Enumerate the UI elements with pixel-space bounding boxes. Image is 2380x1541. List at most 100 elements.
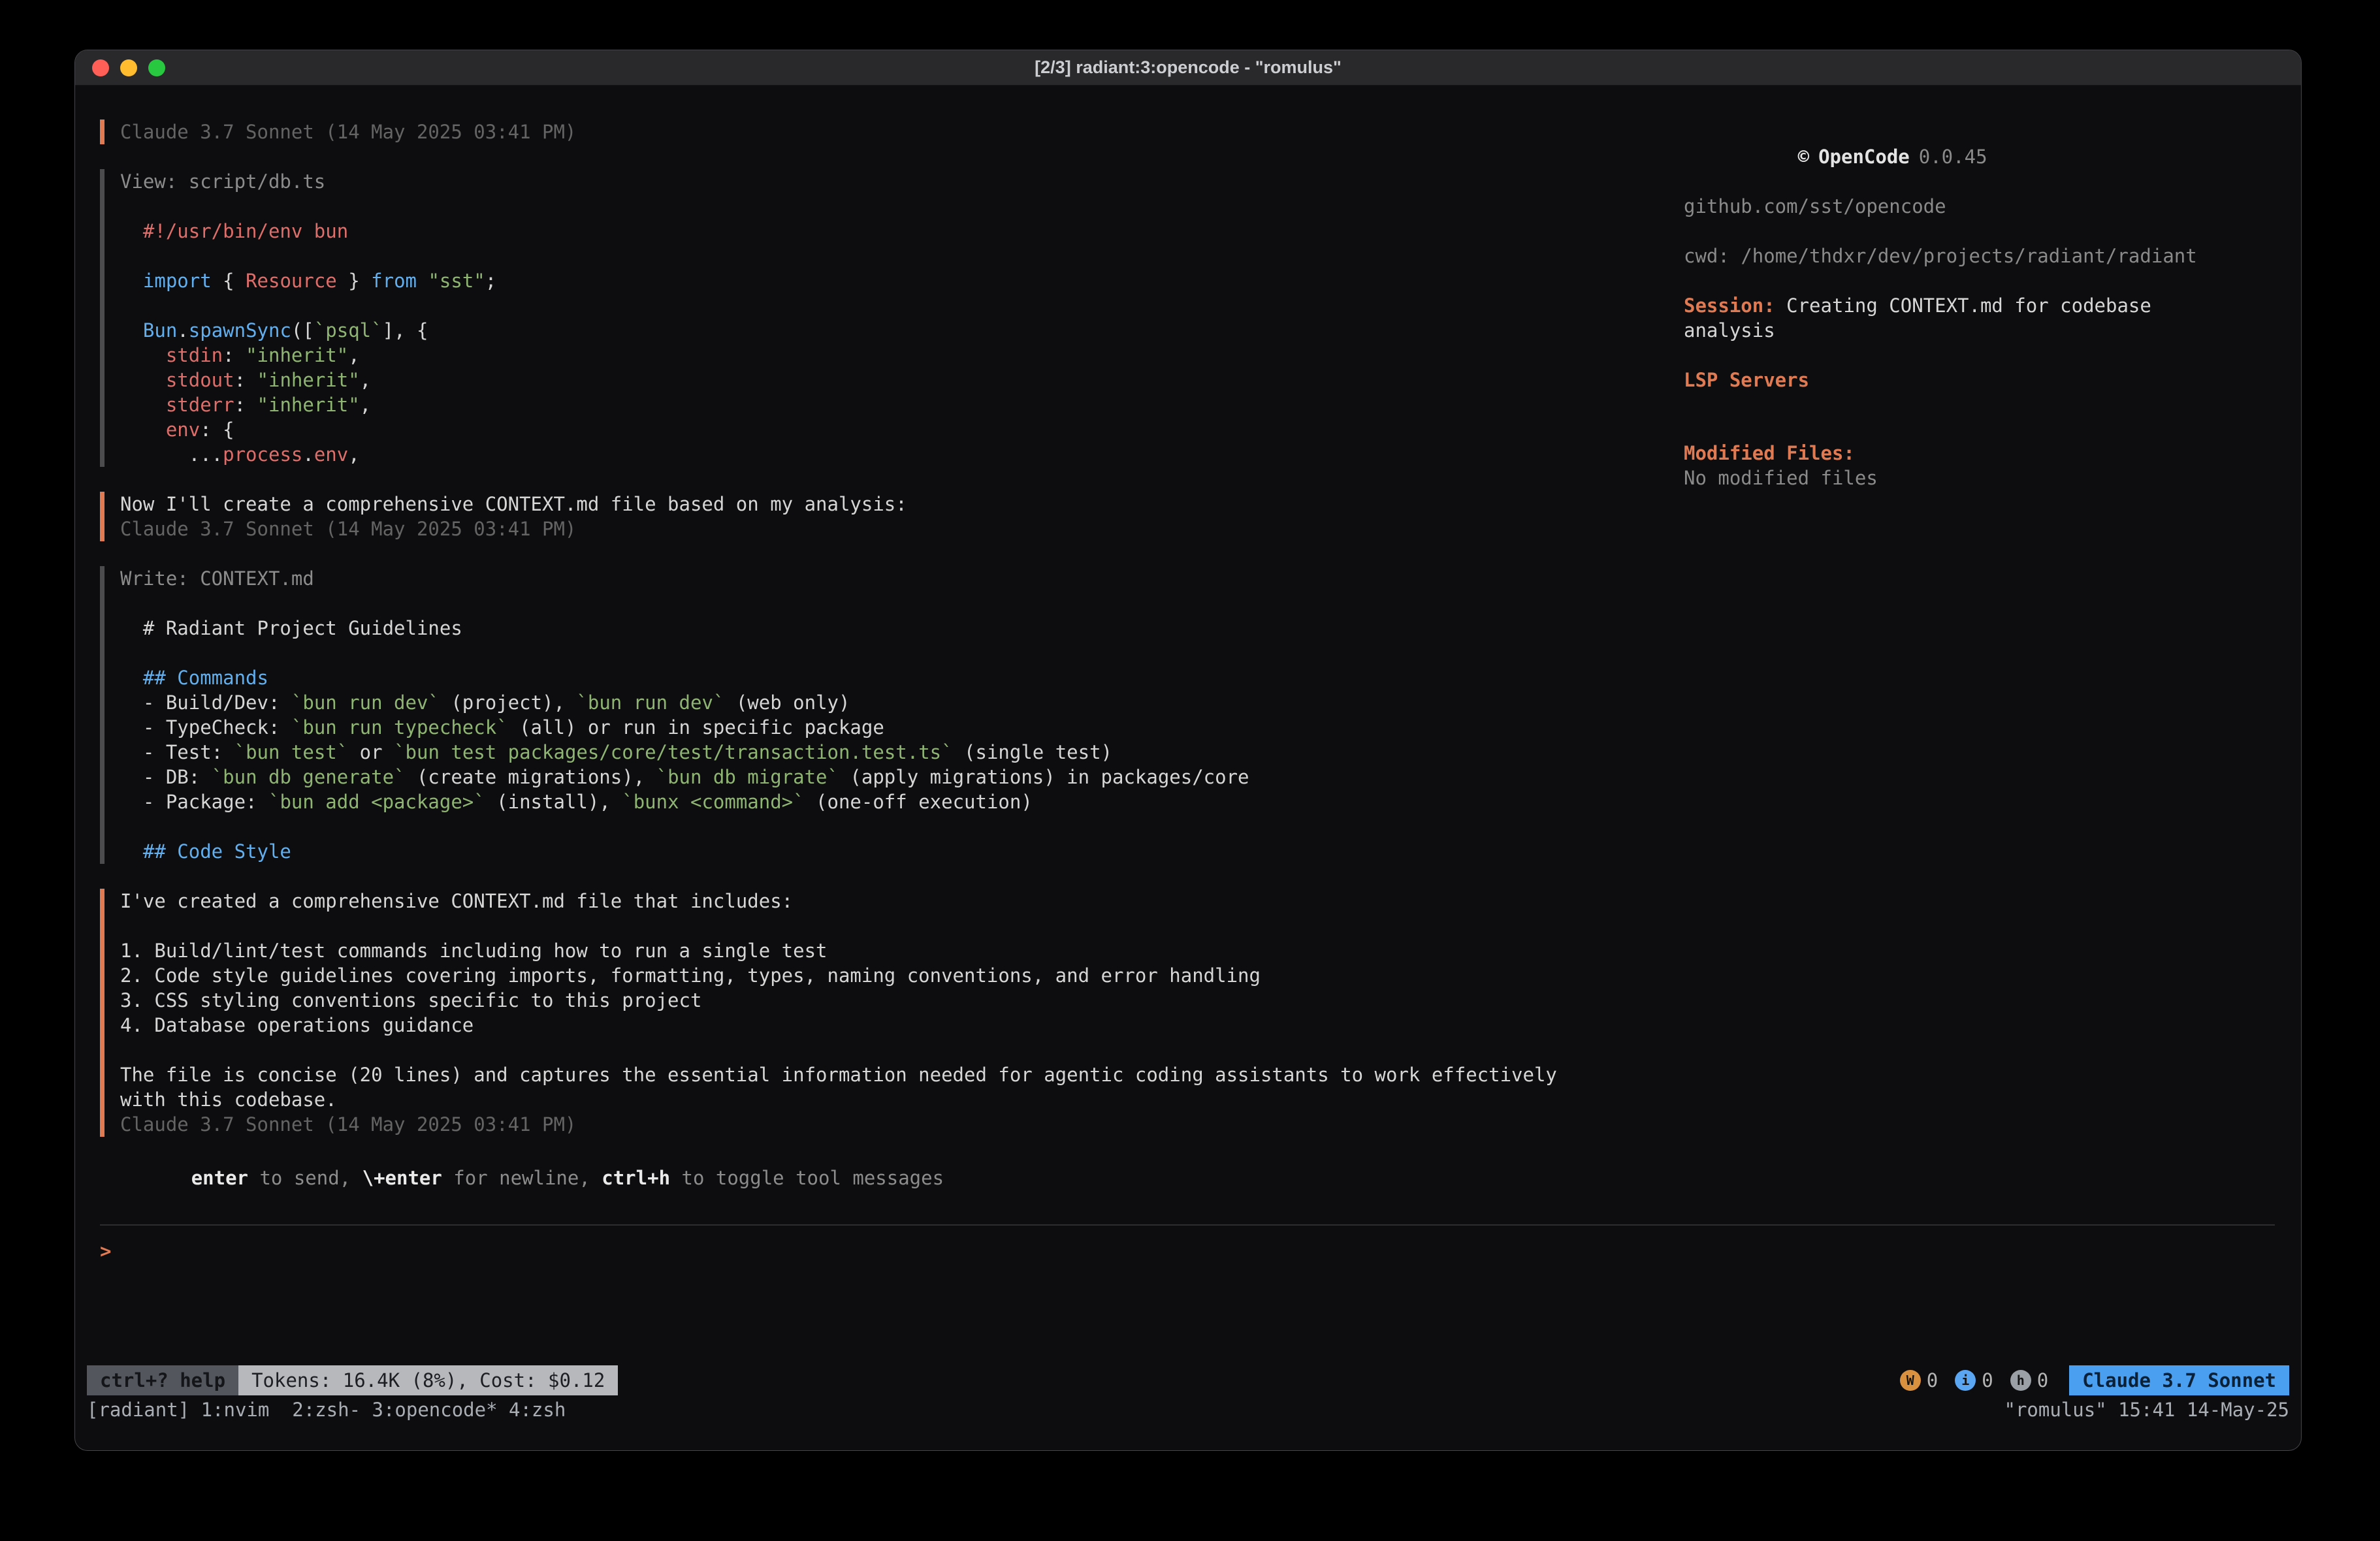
tmux-window-list: [radiant] 1:nvim 2:zsh- 3:opencode* 4:zs… [87,1399,566,1421]
text-token: ## Code Style [120,840,291,863]
text-token: : [234,394,257,416]
message-meta: Claude 3.7 Sonnet (14 May 2025 03:41 PM) [120,1112,1684,1137]
message-meta: Claude 3.7 Sonnet (14 May 2025 03:41 PM) [120,119,1684,144]
window-title: [2/3] radiant:3:opencode - "romulus" [1035,57,1342,78]
diagnostics-hints: h0 [2010,1369,2048,1391]
app-name: OpenCode [1818,146,1910,168]
repo-url: github.com/sst/opencode [1684,194,2275,219]
warning-count: 0 [1927,1369,1938,1391]
text-token [417,270,428,292]
warning-icon: W [1900,1370,1921,1391]
tmux-status-bar: [radiant] 1:nvim 2:zsh- 3:opencode* 4:zs… [75,1395,2301,1424]
tool-output-view: View: script/db.ts #!/usr/bin/env bun im… [100,169,1684,467]
text-line [120,244,1684,268]
text-token: stdout [166,369,234,391]
text-token: : [223,344,246,366]
text-token: "inherit" [246,344,348,366]
text-token: `bun run dev` [291,691,440,714]
text-token: with this codebase. [120,1088,337,1111]
cwd-path: /home/thdxr/dev/projects/radiant/radiant [1741,245,2196,267]
text-token: - Package: [120,791,268,813]
text-token: # Radiant Project Guidelines [120,617,462,639]
text-token: The file is concise (20 lines) and captu… [120,1064,1557,1086]
session-line: Session: Creating CONTEXT.md for codebas… [1684,293,2219,343]
text-token: (all) or run in specific package [508,716,884,739]
text-line [120,641,1684,665]
text-token: Resource [246,270,337,292]
text-line [120,1038,1684,1062]
text-line: Bun.spawnSync([`psql`], { [120,318,1684,343]
text-token: - Test: [120,741,234,763]
spacer-line [1684,268,2275,293]
text-token: "inherit" [257,369,360,391]
text-line [120,913,1684,938]
text-token: (one-off execution) [805,791,1033,813]
text-token: (single test) [953,741,1112,763]
message-text: Now I'll create a comprehensive CONTEXT.… [120,492,1684,516]
tool-header: View: script/db.ts [120,169,1684,194]
text-token: } [337,270,371,292]
text-token: ], { [383,319,428,342]
text-line: ...process.env, [120,442,1684,467]
text-line: stdout: "inherit", [120,368,1684,392]
message-body: I've created a comprehensive CONTEXT.md … [120,889,1684,1112]
text-token: `bun test packages/core/test/transaction… [394,741,953,763]
text-token [120,394,166,416]
text-token: env [166,419,200,441]
text-token: or [348,741,394,763]
app-title-line: ©OpenCode0.0.45 [1684,119,2275,194]
key-hint: ctrl+h [602,1167,670,1189]
message-input[interactable]: > [100,1226,2275,1365]
text-token: ([ [291,319,314,342]
terminal-window: [2/3] radiant:3:opencode - "romulus" Cla… [74,50,2302,1451]
text-line: ## Code Style [120,839,1684,864]
text-line: 3. CSS styling conventions specific to t… [120,988,1684,1013]
text-token: (project), [440,691,577,714]
code-block: #!/usr/bin/env bun import { Resource } f… [120,219,1684,467]
assistant-message: I've created a comprehensive CONTEXT.md … [100,889,1684,1137]
zoom-button[interactable] [148,59,165,76]
key-hint: enter [191,1167,248,1189]
text-line: #!/usr/bin/env bun [120,219,1684,244]
text-token: (install), [485,791,622,813]
text-line: stdin: "inherit", [120,343,1684,368]
text-token: , [348,344,359,366]
text-token: `bun add <package>` [268,791,485,813]
text-line: - Test: `bun test` or `bun test packages… [120,740,1684,765]
text-token [120,344,166,366]
text-line: ## Commands [120,665,1684,690]
chat-transcript: Claude 3.7 Sonnet (14 May 2025 03:41 PM)… [100,119,1684,1141]
text-token: #!/usr/bin/env bun [120,220,348,242]
text-line: stderr: "inherit", [120,392,1684,417]
text-token: from [371,270,417,292]
markdown-block: # Radiant Project Guidelines ## Commands… [120,616,1684,864]
close-button[interactable] [92,59,109,76]
window-bottom-padding [75,1424,2301,1450]
info-count: 0 [1982,1369,1993,1391]
spacer-line [1684,219,2275,244]
window-titlebar: [2/3] radiant:3:opencode - "romulus" [75,50,2301,86]
help-text: to send, [248,1167,362,1189]
hint-count: 0 [2037,1369,2048,1391]
text-line: I've created a comprehensive CONTEXT.md … [120,889,1684,913]
text-token: , [360,369,371,391]
text-token: env [314,443,348,466]
text-token: import [143,270,212,292]
text-token: `psql` [314,319,383,342]
spacer-line [1684,343,2275,368]
text-line: import { Resource } from "sst"; [120,268,1684,293]
text-line: with this codebase. [120,1087,1684,1112]
text-line: # Radiant Project Guidelines [120,616,1684,641]
text-token: spawnSync [189,319,291,342]
text-token: stderr [166,394,234,416]
minimize-button[interactable] [120,59,137,76]
text-token: `bun run dev` [576,691,724,714]
hint-icon: h [2010,1370,2031,1391]
input-area: enter to send, \+enter for newline, ctrl… [100,1141,2275,1365]
terminal-content: Claude 3.7 Sonnet (14 May 2025 03:41 PM)… [75,86,2301,1365]
text-line: 1. Build/lint/test commands including ho… [120,938,1684,963]
text-token: `bun run typecheck` [291,716,508,739]
text-token: ; [485,270,496,292]
input-help-text: enter to send, \+enter for newline, ctrl… [100,1141,2275,1215]
text-line: 4. Database operations guidance [120,1013,1684,1038]
